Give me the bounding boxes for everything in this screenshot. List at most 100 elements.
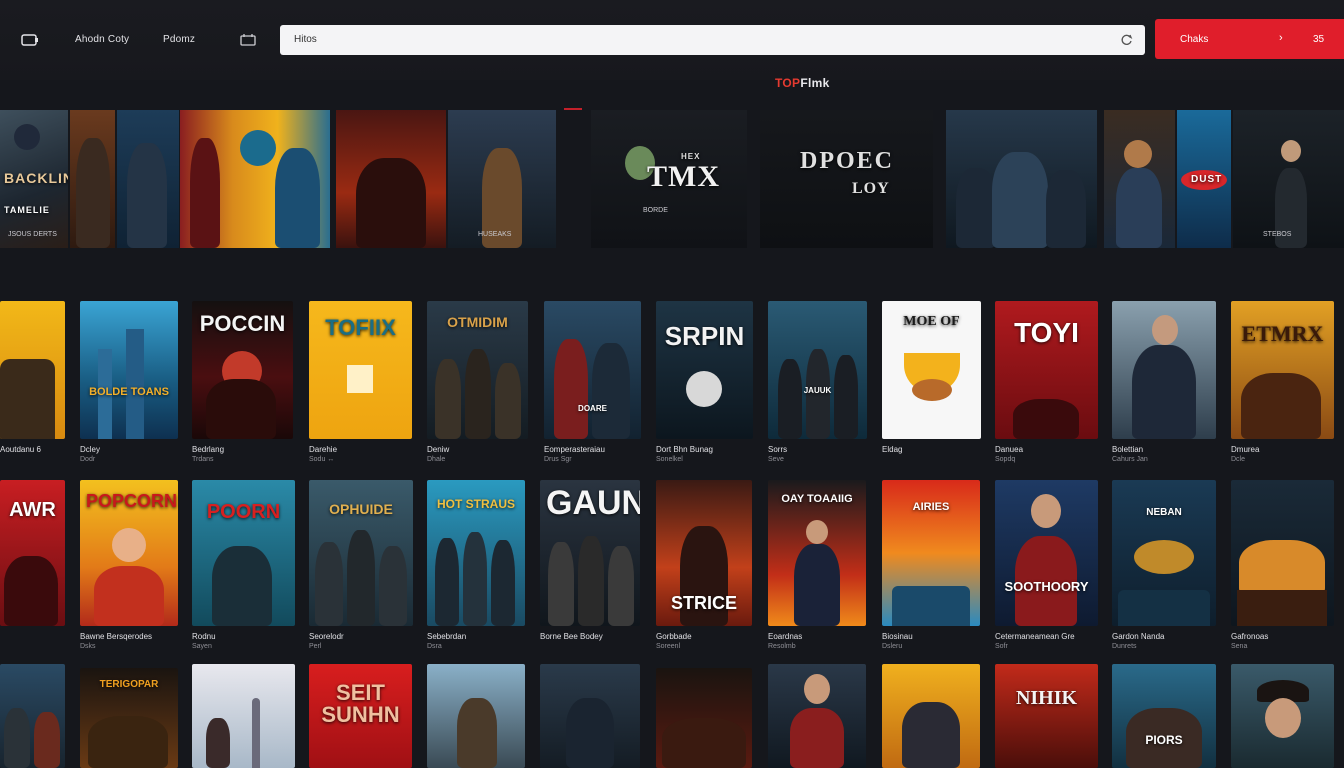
- poster-card[interactable]: SOOTHOORY: [995, 480, 1098, 626]
- banner-poster[interactable]: HUSEAKS: [448, 110, 556, 248]
- poster-title[interactable]: Rodnu: [192, 632, 216, 641]
- banner-poster[interactable]: [180, 110, 330, 248]
- poster-title[interactable]: Cetermaneamean Gre: [995, 632, 1075, 641]
- poster-title[interactable]: Danuea: [995, 445, 1023, 454]
- poster-title-art: TOYI: [1014, 317, 1079, 348]
- poster-card[interactable]: NEBAN: [1112, 480, 1216, 626]
- poster-card[interactable]: [427, 664, 525, 768]
- banner-poster[interactable]: TMX HEX BORDE: [591, 110, 747, 248]
- poster-title[interactable]: Gardon Nanda: [1112, 632, 1164, 641]
- poster-card[interactable]: [768, 664, 866, 768]
- nav-link-primary[interactable]: Ahodn Coty: [75, 34, 129, 45]
- channels-button[interactable]: Chaks › 35: [1155, 19, 1344, 59]
- poster-meta: Dcle: [1231, 456, 1246, 463]
- banner-poster[interactable]: [336, 110, 446, 248]
- poster-card[interactable]: SRPIN: [656, 301, 753, 439]
- poster-title[interactable]: Sorrs: [768, 445, 787, 454]
- poster-title-art: PIORS: [1145, 733, 1183, 747]
- poster-card[interactable]: [1231, 480, 1334, 626]
- banner-subtitle: LOY: [852, 180, 890, 197]
- menu-icon[interactable]: [20, 31, 40, 49]
- poster-card[interactable]: GAUN: [540, 480, 640, 626]
- poster-card[interactable]: JAUUK: [768, 301, 867, 439]
- poster-card[interactable]: AWR: [0, 480, 65, 626]
- poster-card[interactable]: TOFIIX: [309, 301, 412, 439]
- poster-title[interactable]: Gafronoas: [1231, 632, 1268, 641]
- poster-title[interactable]: Sebebrdan: [427, 632, 466, 641]
- poster-title-art: BOLDE TOANS: [89, 386, 169, 398]
- calendar-icon[interactable]: [238, 31, 258, 49]
- banner-poster[interactable]: [946, 110, 1097, 248]
- poster-card[interactable]: AIRIES: [882, 480, 980, 626]
- poster-card[interactable]: OPHUIDE: [309, 480, 413, 626]
- banner-caption: STEBOS: [1263, 231, 1292, 238]
- poster-card[interactable]: HOT STRAUS: [427, 480, 525, 626]
- poster-title[interactable]: Bawne Bersqerodes: [80, 632, 152, 641]
- poster-card[interactable]: POPCORN: [80, 480, 178, 626]
- poster-card[interactable]: NIHIK: [995, 664, 1098, 768]
- poster-card[interactable]: PIORS: [1112, 664, 1216, 768]
- poster-title[interactable]: Borne Bee Bodey: [540, 632, 603, 641]
- poster-title[interactable]: Gorbbade: [656, 632, 692, 641]
- poster-title[interactable]: Aoutdanu 6: [0, 445, 41, 454]
- poster-card[interactable]: TOYI: [995, 301, 1098, 439]
- poster-card[interactable]: [0, 664, 65, 768]
- poster-card[interactable]: SEIT SUNHN: [309, 664, 412, 768]
- poster-meta: Seve: [768, 456, 784, 463]
- poster-title-art: POCCIN: [199, 311, 286, 336]
- banner-poster[interactable]: [70, 110, 115, 248]
- banner-caption: HUSEAKS: [478, 231, 512, 238]
- poster-meta: Dsks: [80, 643, 96, 650]
- banner-poster[interactable]: STEBOS: [1233, 110, 1344, 248]
- poster-card[interactable]: [1112, 301, 1216, 439]
- poster-title[interactable]: Eldag: [882, 445, 902, 454]
- poster-title-art: DOARE: [578, 404, 607, 413]
- poster-card[interactable]: POCCIN: [192, 301, 293, 439]
- banner-title: DUST: [1191, 174, 1223, 185]
- banner-poster[interactable]: DPOEC LOY: [760, 110, 933, 248]
- poster-title[interactable]: Dcley: [80, 445, 100, 454]
- poster-card[interactable]: [0, 301, 65, 439]
- poster-card[interactable]: POORN: [192, 480, 295, 626]
- poster-meta: Dunrets: [1112, 643, 1137, 650]
- chevron-right-icon: ›: [1279, 32, 1283, 44]
- poster-card[interactable]: TERIGOPAR: [80, 668, 178, 768]
- search-input[interactable]: Hitos: [294, 34, 317, 45]
- search-bar[interactable]: Hitos: [280, 25, 1145, 55]
- poster-title[interactable]: Deniw: [427, 445, 449, 454]
- poster-title[interactable]: Dmurea: [1231, 445, 1259, 454]
- poster-card[interactable]: [882, 664, 980, 768]
- poster-meta: Dsleru: [882, 643, 903, 650]
- poster-card[interactable]: [1231, 664, 1334, 768]
- poster-title[interactable]: Bolettian: [1112, 445, 1143, 454]
- refresh-icon[interactable]: [1119, 32, 1135, 48]
- poster-title[interactable]: Darehie: [309, 445, 337, 454]
- poster-card[interactable]: OAY TOAAIIG: [768, 480, 866, 626]
- poster-card[interactable]: [656, 668, 752, 768]
- poster-card[interactable]: OTMIDIM: [427, 301, 528, 439]
- poster-title[interactable]: Eomperasteraiau: [544, 445, 605, 454]
- poster-title[interactable]: Dort Bhn Bunag: [656, 445, 713, 454]
- poster-card[interactable]: STRICE: [656, 480, 752, 626]
- poster-title[interactable]: Biosinau: [882, 632, 913, 641]
- poster-title[interactable]: Seorelodr: [309, 632, 344, 641]
- poster-title[interactable]: Bedrlang: [192, 445, 224, 454]
- banner-poster[interactable]: DUST: [1177, 110, 1231, 248]
- poster-card[interactable]: [192, 664, 295, 768]
- banner-poster[interactable]: [1104, 110, 1175, 248]
- banner-poster[interactable]: [117, 110, 179, 248]
- poster-card[interactable]: MOE OF: [882, 301, 981, 439]
- poster-card[interactable]: DOARE: [544, 301, 641, 439]
- poster-title-art: SRPIN: [664, 321, 745, 351]
- featured-banner: BACKLIN TAMELIE JSOUS DERTS HUSEAKS TMX …: [0, 110, 1344, 248]
- brand-logo[interactable]: TOPFlmk: [775, 76, 830, 90]
- poster-card[interactable]: ETMRX: [1231, 301, 1334, 439]
- poster-card[interactable]: [540, 664, 640, 768]
- poster-card[interactable]: BOLDE TOANS: [80, 301, 178, 439]
- poster-title-art: NEBAN: [1146, 507, 1182, 518]
- banner-poster[interactable]: BACKLIN TAMELIE JSOUS DERTS: [0, 110, 68, 248]
- poster-title-art: GAUN: [546, 484, 640, 522]
- poster-meta: Sena: [1231, 643, 1248, 650]
- nav-link-secondary[interactable]: Pdomz: [163, 34, 195, 45]
- poster-title[interactable]: Eoardnas: [768, 632, 802, 641]
